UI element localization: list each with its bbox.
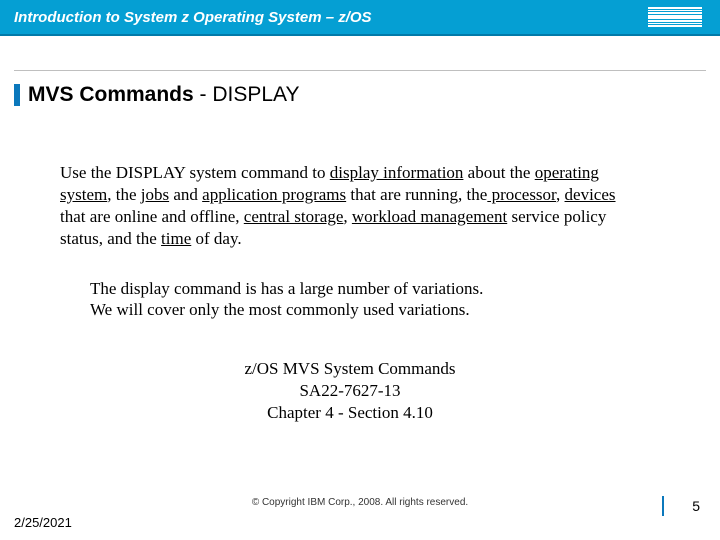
page-number: 5 (692, 498, 700, 514)
text: application programs (202, 185, 346, 204)
footer-accent-icon (662, 496, 664, 516)
divider (14, 70, 706, 71)
text: z/OS MVS System Commands (244, 359, 455, 378)
footer-date: 2/25/2021 (14, 515, 72, 530)
text: display information (330, 163, 464, 182)
title-bold: MVS Commands (28, 83, 194, 106)
accent-bar-icon (14, 84, 20, 106)
text: Chapter 4 - Section 4.10 (267, 403, 433, 422)
text: , (556, 185, 565, 204)
text: that are online and offline, (60, 207, 244, 226)
text: and (169, 185, 202, 204)
title-rest: - DISPLAY (194, 83, 300, 106)
text: SA22-7627-13 (299, 381, 400, 400)
text: , the (107, 185, 141, 204)
header-title: Introduction to System z Operating Syste… (14, 9, 372, 26)
text: The display command is has a large numbe… (90, 279, 483, 298)
text: devices (565, 185, 616, 204)
text: jobs (141, 185, 169, 204)
text: time (161, 229, 191, 248)
ibm-logo-icon (648, 7, 702, 27)
text: Use the DISPLAY system command to (60, 163, 330, 182)
text: central storage (244, 207, 344, 226)
body-paragraph-1: Use the DISPLAY system command to displa… (60, 162, 620, 250)
slide-title: MVS Commands - DISPLAY (14, 83, 706, 107)
header-bar: Introduction to System z Operating Syste… (0, 0, 720, 36)
text: We will cover only the most commonly use… (90, 300, 470, 319)
text: processor (487, 185, 556, 204)
body-paragraph-3: z/OS MVS System Commands SA22-7627-13 Ch… (180, 358, 520, 424)
text: workload management (352, 207, 507, 226)
text: , (343, 207, 352, 226)
text: about the (463, 163, 534, 182)
text: of day. (191, 229, 241, 248)
footer-copyright: © Copyright IBM Corp., 2008. All rights … (0, 497, 720, 508)
body-paragraph-2: The display command is has a large numbe… (90, 278, 570, 321)
text: that are running, the (346, 185, 487, 204)
